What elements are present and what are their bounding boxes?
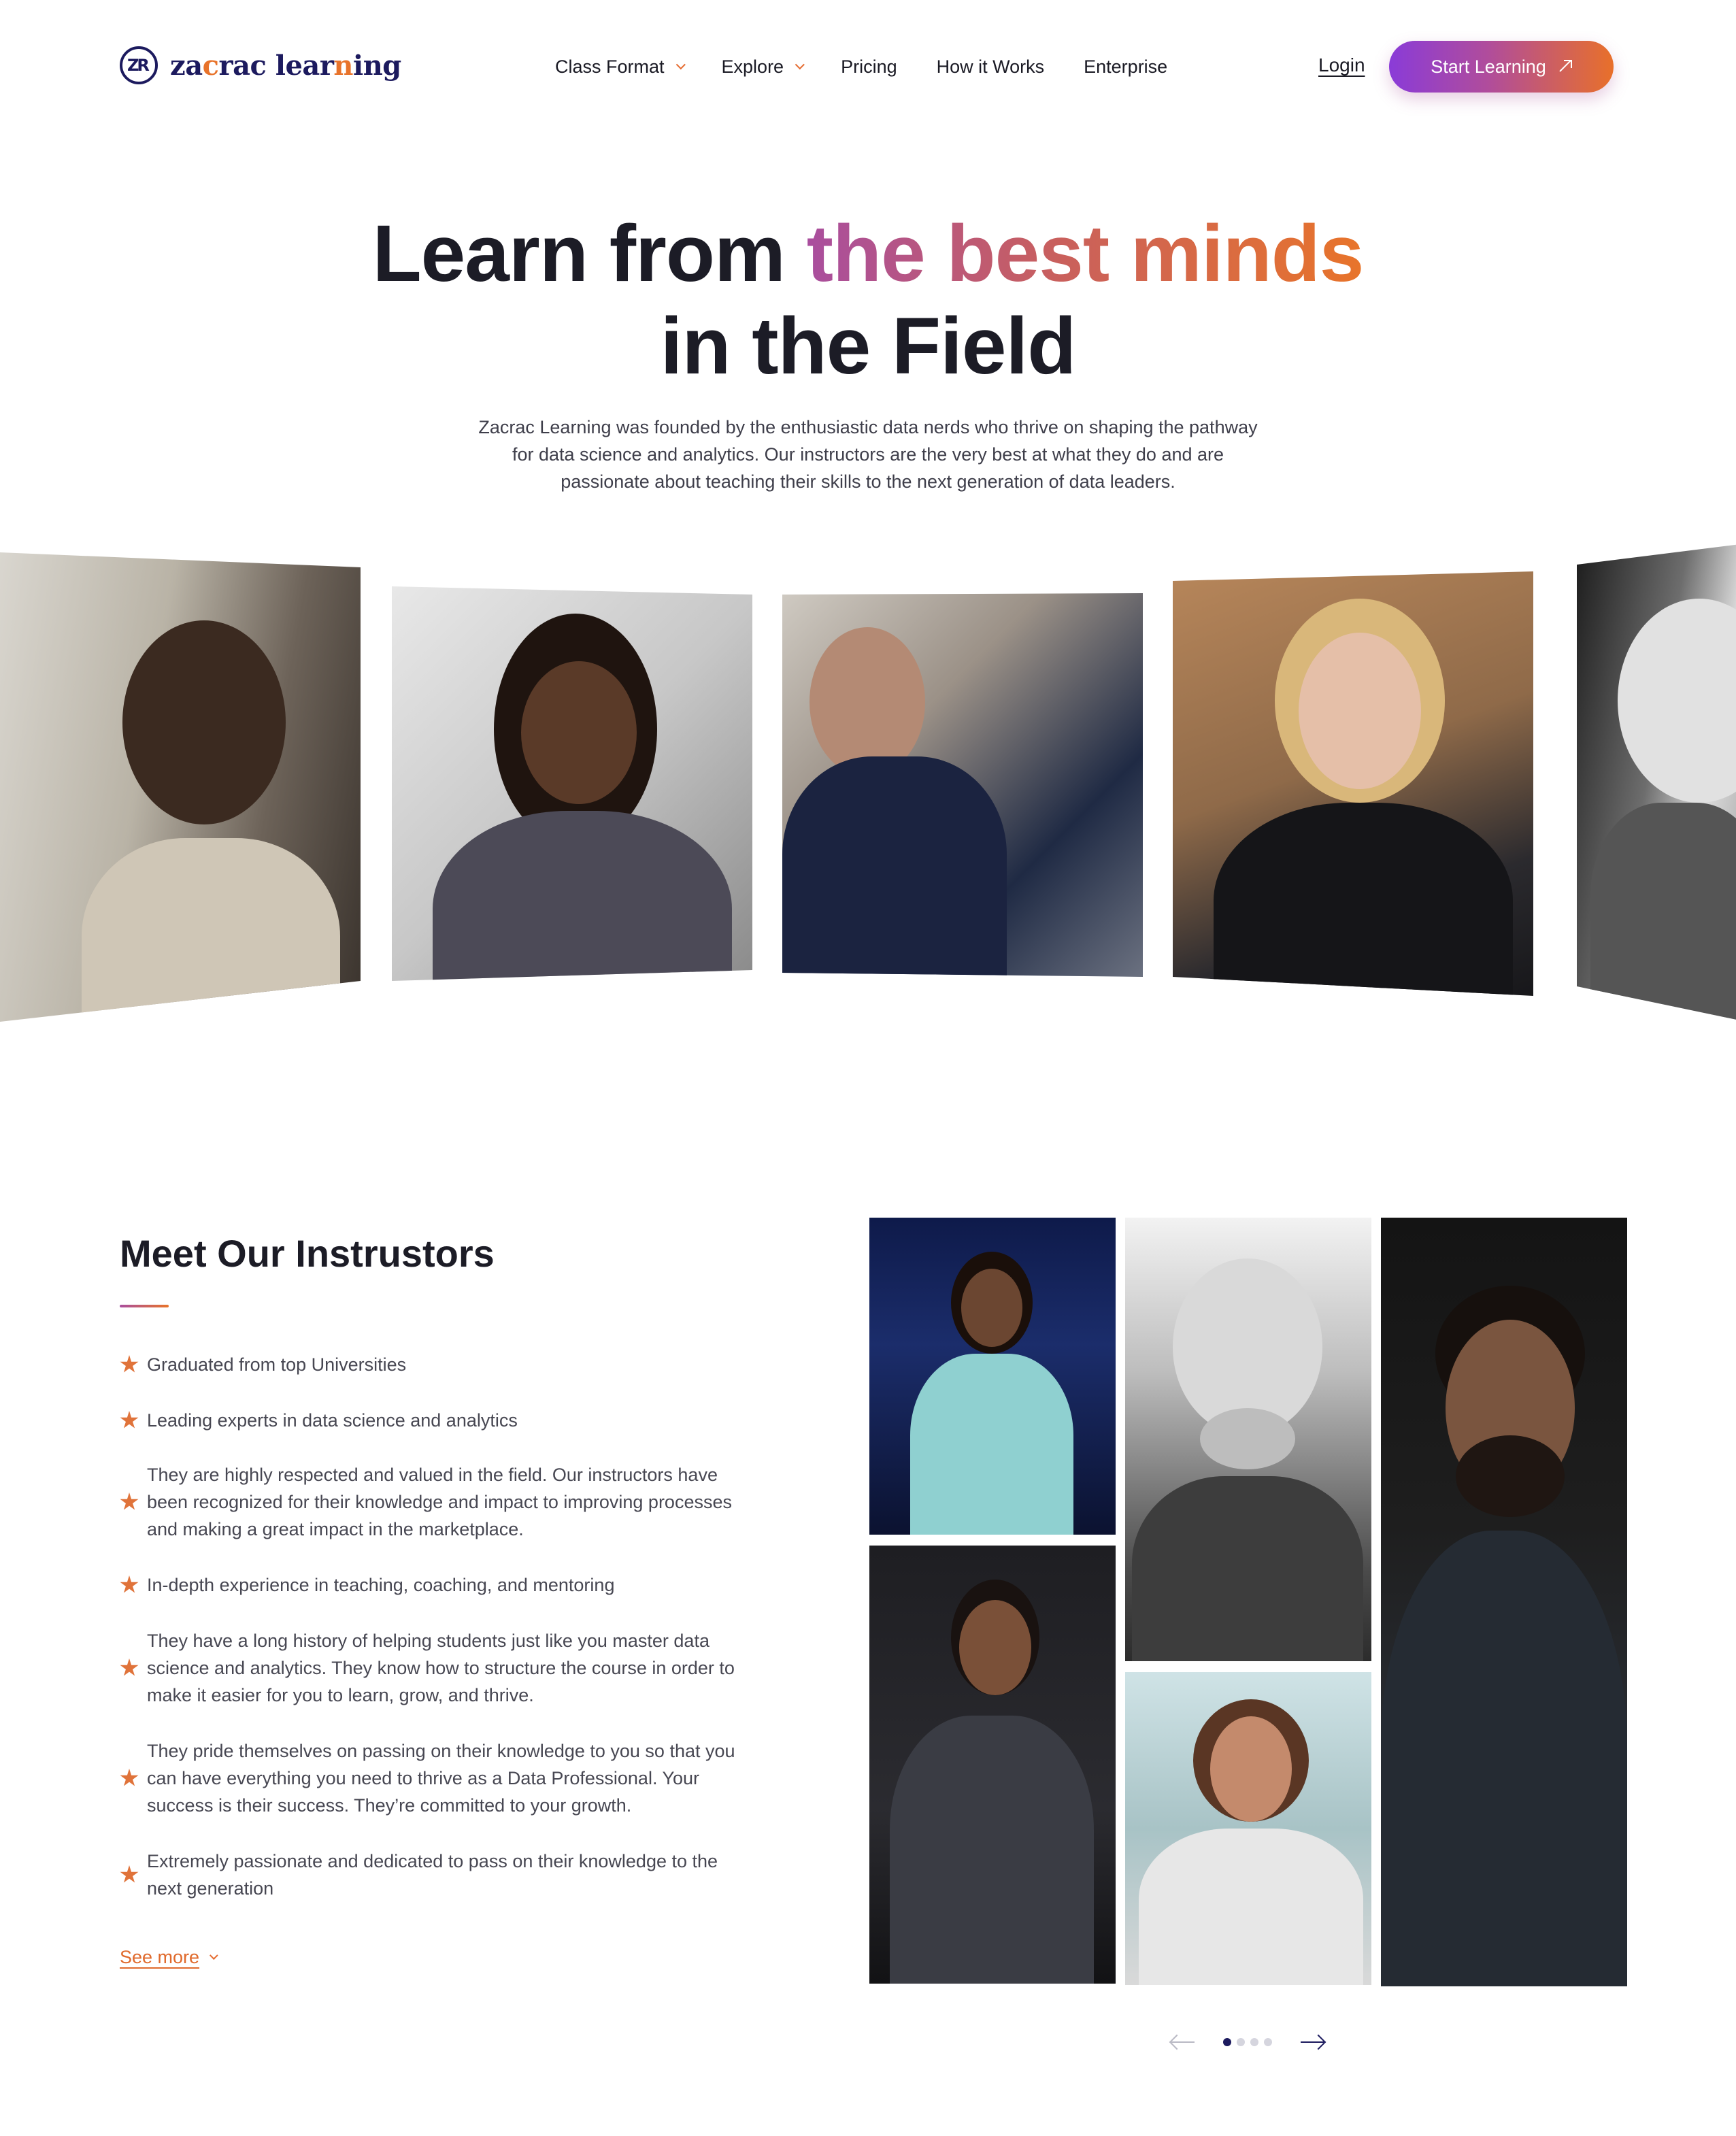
carousel-dot[interactable] (1237, 2038, 1245, 2046)
start-learning-button[interactable]: Start Learning (1389, 41, 1614, 93)
hero-title: Learn from the best minds in the Field (0, 207, 1736, 393)
hero-subtitle: Zacrac Learning was founded by the enthu… (478, 417, 1258, 492)
list-item-text: Extremely passionate and dedicated to pa… (147, 1851, 718, 1899)
list-item-text: In-depth experience in teaching, coachin… (147, 1575, 615, 1595)
instructor-photo-strip (0, 537, 1736, 1034)
hero-title-part: Learn from (372, 209, 807, 299)
list-item-text: They pride themselves on passing on thei… (147, 1741, 735, 1816)
nav-enterprise[interactable]: Enterprise (1084, 56, 1167, 78)
list-item: They are highly respected and valued in … (120, 1461, 746, 1543)
see-more-link[interactable]: See more (120, 1947, 218, 1968)
instructor-grid-photo (1381, 1218, 1627, 1986)
instructor-grid-photo (869, 1546, 1116, 1984)
instructor-photo (1173, 571, 1533, 996)
instructors-section-title: Meet Our Instrustors (120, 1232, 495, 1275)
site-header: zacrac learning Class Format Explore Pri… (0, 0, 1736, 133)
chevron-down-icon (210, 1951, 218, 1960)
brand-logo[interactable]: zacrac learning (120, 46, 401, 84)
see-more-label: See more (120, 1947, 200, 1967)
chevron-down-icon (675, 60, 686, 70)
list-item: Graduated from top Universities (120, 1351, 746, 1378)
carousel-dot[interactable] (1223, 2038, 1231, 2046)
hero-title-part: in the Field (660, 301, 1077, 391)
instructor-photo (0, 552, 361, 1022)
arrow-up-right-icon (1558, 60, 1572, 73)
nav-label: Class Format (555, 56, 665, 77)
star-icon (120, 1492, 139, 1510)
login-link[interactable]: Login (1318, 54, 1365, 76)
star-icon (120, 1769, 139, 1786)
carousel-dot[interactable] (1250, 2038, 1258, 2046)
arrow-left-icon[interactable] (1170, 2034, 1196, 2050)
nav-how-it-works[interactable]: How it Works (937, 56, 1045, 78)
list-item: Extremely passionate and dedicated to pa… (120, 1848, 746, 1902)
arrow-right-icon[interactable] (1299, 2034, 1325, 2050)
instructor-grid-photo (1125, 1218, 1371, 1661)
nav-label: How it Works (936, 56, 1045, 77)
nav-label: Enterprise (1084, 56, 1168, 77)
nav-label: Explore (721, 56, 784, 77)
title-underline (120, 1305, 169, 1307)
carousel-pager (1170, 2034, 1325, 2050)
instructor-grid-photo (1125, 1672, 1371, 1985)
list-item-text: They have a long history of helping stud… (147, 1631, 735, 1705)
brand-name: zacrac learning (170, 49, 401, 82)
list-item: They have a long history of helping stud… (120, 1627, 746, 1709)
carousel-dots (1223, 2038, 1272, 2046)
carousel-dot[interactable] (1264, 2038, 1272, 2046)
list-item: In-depth experience in teaching, coachin… (120, 1571, 746, 1599)
main-nav: Class Format Explore Pricing How it Work… (555, 52, 1167, 82)
star-icon (120, 1575, 139, 1593)
star-icon (120, 1411, 139, 1429)
hero-title-highlight: the best minds (806, 209, 1365, 299)
nav-pricing[interactable]: Pricing (841, 56, 897, 78)
list-item: Leading experts in data science and anal… (120, 1407, 746, 1434)
instructor-photo (782, 593, 1143, 977)
cta-label: Start Learning (1431, 56, 1546, 77)
instructor-photo (1577, 544, 1736, 1020)
chevron-down-icon (795, 60, 805, 70)
nav-class-format[interactable]: Class Format (555, 56, 686, 78)
list-item-text: Leading experts in data science and anal… (147, 1410, 518, 1431)
list-item-text: Graduated from top Universities (147, 1354, 407, 1375)
star-icon (120, 1658, 139, 1676)
star-icon (120, 1355, 139, 1373)
nav-explore[interactable]: Explore (721, 56, 805, 78)
list-item: They pride themselves on passing on thei… (120, 1737, 746, 1819)
nav-label: Pricing (841, 56, 897, 77)
logo-mark-icon (120, 46, 158, 84)
list-item-text: They are highly respected and valued in … (147, 1465, 732, 1539)
instructor-photo (392, 586, 752, 981)
instructor-grid-photo (869, 1218, 1116, 1535)
star-icon (120, 1865, 139, 1883)
